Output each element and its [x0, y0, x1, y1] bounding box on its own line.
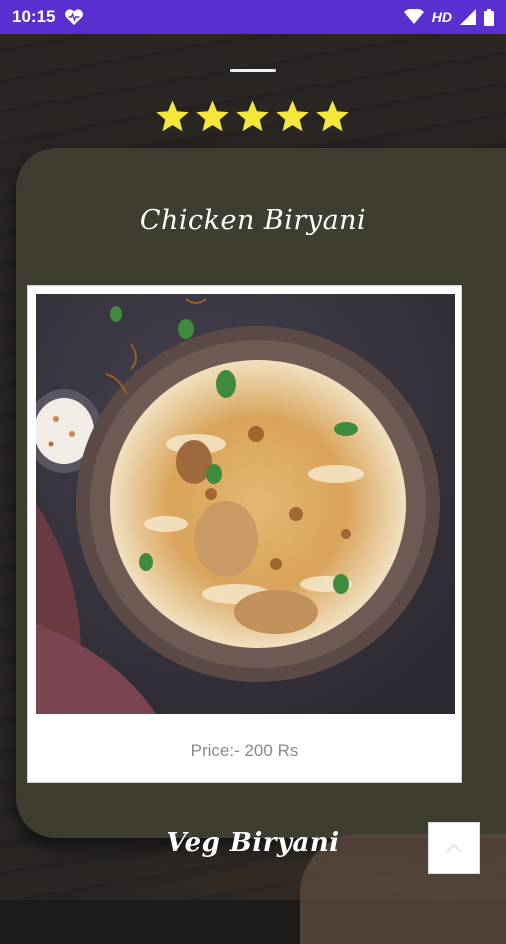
chevron-up-icon [445, 842, 463, 854]
star-icon [314, 98, 351, 135]
drag-handle[interactable] [230, 69, 276, 72]
battery-icon [484, 8, 494, 26]
network-type: HD [431, 9, 452, 25]
star-icon [234, 98, 271, 135]
status-time: 10:15 [12, 7, 56, 26]
wifi-icon [403, 9, 424, 25]
status-bar: 10:15 HD [0, 0, 506, 34]
price-label: Price:- 200 Rs [190, 741, 299, 760]
food-card[interactable]: Price:- 200 Rs [27, 285, 462, 783]
star-icon [274, 98, 311, 135]
dish-title: Chicken Biryani [139, 205, 367, 236]
scroll-to-top-button[interactable] [428, 822, 480, 874]
health-heart-icon [63, 8, 85, 26]
biryani-image [36, 294, 455, 714]
star-icon [154, 98, 191, 135]
rating-stars [154, 98, 351, 135]
cell-signal-icon [460, 9, 476, 25]
star-icon [194, 98, 231, 135]
